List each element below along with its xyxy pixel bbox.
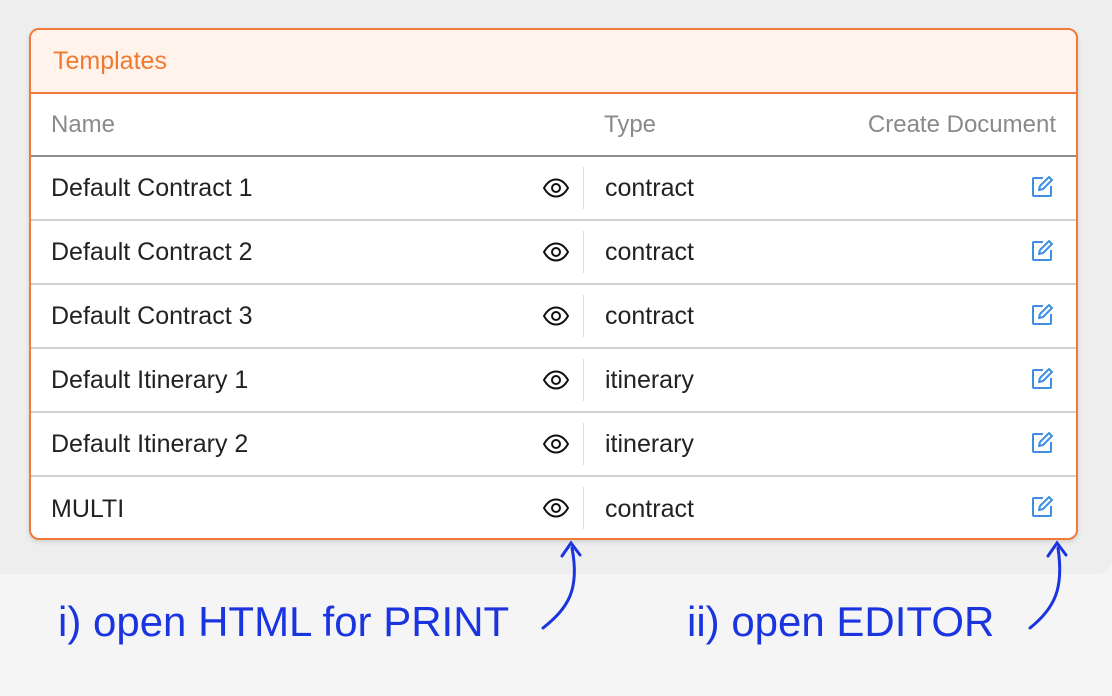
table-row: Default Itinerary 1 itinerary <box>31 349 1076 413</box>
table-row: Default Contract 2 contract <box>31 221 1076 285</box>
card-title: Templates <box>53 46 167 75</box>
edit-icon <box>1032 240 1053 261</box>
template-name: Default Contract 1 <box>51 173 253 202</box>
eye-icon <box>542 178 570 198</box>
column-header-create-document: Create Document <box>867 110 1056 138</box>
table-header: Name Type Create Document <box>31 94 1076 157</box>
eye-icon <box>542 434 570 454</box>
template-type: itinerary <box>605 429 694 458</box>
template-type: contract <box>605 237 694 266</box>
create-document-button[interactable] <box>1028 173 1056 201</box>
table-row: Default Contract 1 contract <box>31 157 1076 221</box>
edit-icon <box>1032 368 1053 389</box>
eye-icon <box>542 242 570 262</box>
template-type: itinerary <box>605 365 694 394</box>
table-body: Default Contract 1 contract Default Cont… <box>31 157 1076 538</box>
eye-icon <box>542 306 570 326</box>
template-name: MULTI <box>51 494 125 523</box>
template-name: Default Itinerary 2 <box>51 429 249 458</box>
templates-card: Templates Name Type Create Document Defa… <box>29 28 1078 540</box>
create-document-button[interactable] <box>1028 493 1056 521</box>
column-divider <box>583 295 584 337</box>
annotation-print: i) open HTML for PRINT <box>58 598 510 645</box>
template-type: contract <box>605 301 694 330</box>
preview-button[interactable] <box>541 367 571 393</box>
template-name: Default Contract 2 <box>51 237 253 266</box>
column-header-type: Type <box>604 110 657 138</box>
create-document-button[interactable] <box>1028 301 1056 329</box>
eye-icon <box>542 498 570 518</box>
table-row: MULTI contract <box>31 477 1076 538</box>
eye-icon <box>542 370 570 390</box>
column-divider <box>583 231 584 273</box>
edit-icon <box>1032 432 1053 453</box>
preview-button[interactable] <box>541 303 571 329</box>
column-divider <box>583 423 584 465</box>
annotation-editor: ii) open EDITOR <box>687 598 995 645</box>
table-row: Default Itinerary 2 itinerary <box>31 413 1076 477</box>
edit-icon <box>1032 496 1053 517</box>
create-document-button[interactable] <box>1028 237 1056 265</box>
preview-button[interactable] <box>541 431 571 457</box>
template-name: Default Contract 3 <box>51 301 253 330</box>
column-divider <box>583 487 584 529</box>
create-document-button[interactable] <box>1028 365 1056 393</box>
column-divider <box>583 359 584 401</box>
template-type: contract <box>605 494 694 523</box>
template-name: Default Itinerary 1 <box>51 365 249 394</box>
preview-button[interactable] <box>541 239 571 265</box>
column-header-name: Name <box>51 110 116 138</box>
preview-button[interactable] <box>541 495 571 521</box>
edit-icon <box>1032 304 1053 325</box>
preview-button[interactable] <box>541 175 571 201</box>
template-type: contract <box>605 173 694 202</box>
column-divider <box>583 167 584 209</box>
table-row: Default Contract 3 contract <box>31 285 1076 349</box>
create-document-button[interactable] <box>1028 429 1056 457</box>
edit-icon <box>1032 176 1053 197</box>
card-header: Templates <box>31 30 1076 94</box>
